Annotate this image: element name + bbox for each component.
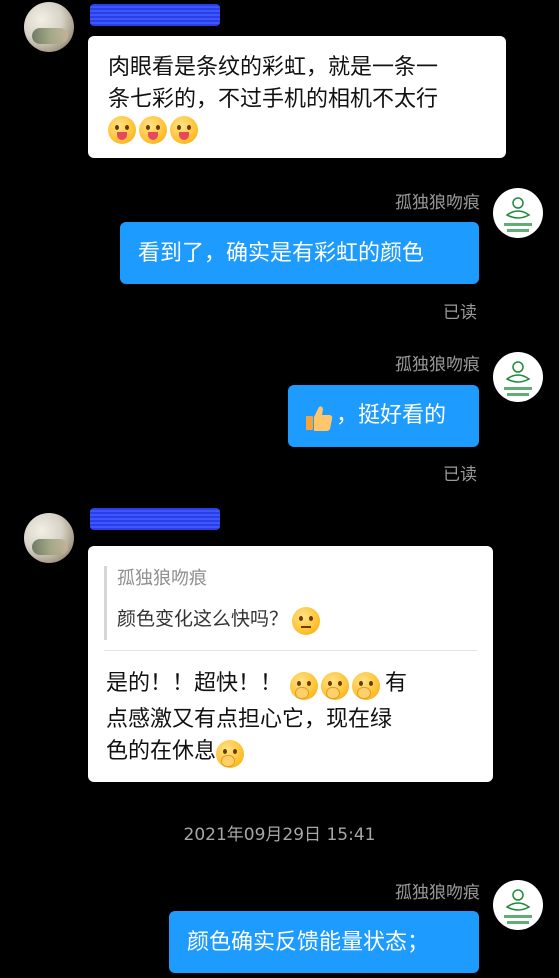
green-seal-logo-icon xyxy=(494,353,542,401)
green-seal-logo-icon xyxy=(494,881,542,929)
message-text-line: 条七彩的，不过手机的相机不太行 xyxy=(108,87,439,112)
contact-avatar[interactable] xyxy=(24,513,74,563)
timestamp: 2021年09月29日 15:41 xyxy=(183,825,376,845)
thumbs-up-icon xyxy=(306,405,333,431)
face-with-hand-over-mouth-icon xyxy=(321,671,350,700)
face-with-hand-over-mouth-icon xyxy=(216,739,245,768)
message-bubble-outgoing[interactable]: 颜色确实反馈能量状态； xyxy=(169,911,479,973)
read-receipt: 已读 xyxy=(443,465,477,485)
quoted-message[interactable]: 孤独狼吻痕 颜色变化这么快吗？ xyxy=(104,566,477,640)
avatar-image xyxy=(32,539,68,555)
message-bubble-outgoing[interactable]: 看到了，确实是有彩虹的颜色 xyxy=(120,222,479,284)
redacted-contact-name xyxy=(90,4,220,26)
read-receipt: 已读 xyxy=(443,303,477,323)
quoted-sender-name: 孤独狼吻痕 xyxy=(117,568,207,589)
face-with-tongue-icon xyxy=(170,116,198,144)
message-text: ，挺好看的 xyxy=(336,403,447,428)
self-avatar[interactable] xyxy=(493,880,543,930)
self-avatar[interactable] xyxy=(493,352,543,402)
sender-name: 孤独狼吻痕 xyxy=(395,355,480,375)
face-with-hand-over-mouth-icon xyxy=(352,671,381,700)
face-with-hand-over-mouth-icon xyxy=(290,671,319,700)
message-text-line: 色的在休息 xyxy=(106,739,217,764)
face-with-raised-eyebrow-icon xyxy=(292,606,321,635)
sender-name: 孤独狼吻痕 xyxy=(395,883,480,903)
green-seal-logo-icon xyxy=(494,189,542,237)
message-bubble-outgoing[interactable]: ，挺好看的 xyxy=(288,385,479,447)
redacted-contact-name xyxy=(90,508,220,530)
message-text-line: 是的！！超快！！ xyxy=(106,671,283,696)
face-with-tongue-icon xyxy=(108,116,136,144)
message-bubble-incoming[interactable]: 肉眼看是条纹的彩虹，就是一条一 条七彩的，不过手机的相机不太行 xyxy=(88,36,506,158)
message-text-line: 点感激又有点担心它，现在绿 xyxy=(106,707,393,732)
message-text: 看到了，确实是有彩虹的颜色 xyxy=(138,241,425,266)
contact-avatar[interactable] xyxy=(24,2,74,52)
sender-name: 孤独狼吻痕 xyxy=(395,193,480,213)
divider xyxy=(104,650,477,651)
face-with-tongue-icon xyxy=(139,116,167,144)
avatar-image xyxy=(32,28,68,44)
message-bubble-incoming-reply[interactable]: 孤独狼吻痕 颜色变化这么快吗？ 是的！！超快！！有 点感激又有点担心它，现在绿 … xyxy=(88,546,493,782)
message-text-line: 肉眼看是条纹的彩虹，就是一条一 xyxy=(108,55,439,80)
message-text: 颜色确实反馈能量状态； xyxy=(187,930,430,955)
quoted-text: 颜色变化这么快吗？ xyxy=(117,608,289,630)
self-avatar[interactable] xyxy=(493,188,543,238)
message-text-line: 有 xyxy=(385,671,408,696)
